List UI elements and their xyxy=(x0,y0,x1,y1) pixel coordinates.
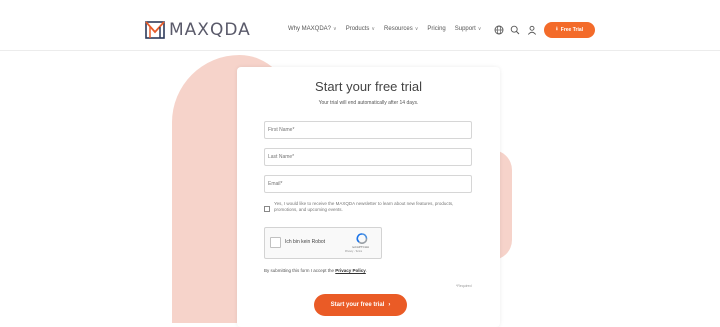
nav-label: Resources xyxy=(384,26,413,32)
start-trial-button[interactable]: Start your free trial › xyxy=(314,294,407,316)
maxqda-logo[interactable]: MAXQDA xyxy=(145,20,251,40)
nav-item-products[interactable]: Products ∨ xyxy=(346,26,375,32)
email-field[interactable] xyxy=(264,175,472,193)
recaptcha-checkbox[interactable] xyxy=(270,237,281,248)
recaptcha-widget: Ich bin kein Robot reCAPTCHA Privacy - T… xyxy=(264,227,382,259)
nav-item-resources[interactable]: Resources ∨ xyxy=(384,26,418,32)
nav-label: Support xyxy=(454,26,476,32)
privacy-notice: By submitting this form I accept the Pri… xyxy=(264,268,367,273)
nav-label: Why MAXQDA? xyxy=(288,26,332,32)
recaptcha-brand: reCAPTCHA xyxy=(352,245,370,249)
free-trial-label: Free Trial xyxy=(560,27,583,33)
download-icon: ⭳ xyxy=(556,26,558,32)
maxqda-logo-icon xyxy=(145,21,165,39)
chevron-right-icon: › xyxy=(388,302,391,308)
form-subtitle: Your trial will end automatically after … xyxy=(318,100,419,106)
nav-label: Products xyxy=(345,26,370,32)
globe-icon[interactable] xyxy=(494,25,504,35)
trial-signup-form: Start your free trial Your trial will en… xyxy=(237,67,500,327)
recaptcha-icon xyxy=(356,233,368,244)
submit-label: Start your free trial xyxy=(330,302,385,308)
top-navigation-bar: MAXQDA Why MAXQDA? ∨ Products ∨ Resources ∨… xyxy=(0,0,720,51)
first-name-field[interactable] xyxy=(264,121,472,139)
chevron-down-icon: ∨ xyxy=(414,26,419,32)
free-trial-button[interactable]: ⭳ Free Trial xyxy=(544,22,595,38)
chevron-down-icon: ∨ xyxy=(477,26,482,32)
privacy-policy-link[interactable]: Privacy Policy xyxy=(335,268,366,273)
recaptcha-label: Ich bin kein Robot xyxy=(285,239,326,245)
privacy-prefix: By submitting this form I accept the xyxy=(264,268,336,273)
required-note: *Required xyxy=(456,284,472,288)
chevron-down-icon: ∨ xyxy=(333,26,337,32)
main-nav: Why MAXQDA? ∨ Products ∨ Resources ∨ Pricin… xyxy=(288,26,490,32)
privacy-suffix: . xyxy=(365,268,368,273)
newsletter-checkbox[interactable] xyxy=(264,206,270,212)
nav-item-why-maxqda[interactable]: Why MAXQDA? ∨ xyxy=(288,26,337,32)
chevron-down-icon: ∨ xyxy=(371,26,376,32)
last-name-field[interactable] xyxy=(264,148,472,166)
form-title: Start your free trial xyxy=(315,79,422,94)
user-icon[interactable] xyxy=(527,25,537,35)
nav-label: Pricing xyxy=(427,26,446,32)
recaptcha-links[interactable]: Privacy - Terms xyxy=(345,250,362,253)
consent-text: Yes, I would like to receive the MAXQDA … xyxy=(274,201,454,212)
nav-item-support[interactable]: Support ∨ xyxy=(455,26,482,32)
logo-text: MAXQDA xyxy=(169,20,251,40)
search-icon[interactable] xyxy=(510,25,520,35)
nav-item-pricing[interactable]: Pricing xyxy=(427,26,445,32)
